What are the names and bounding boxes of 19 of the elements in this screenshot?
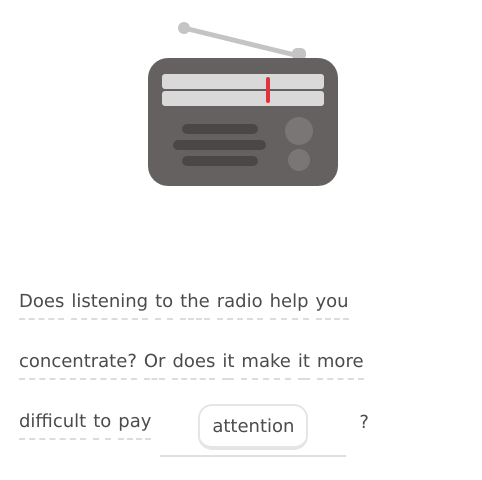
punctuation: ? (359, 412, 369, 434)
word-token[interactable]: make (241, 350, 291, 380)
word-token[interactable]: you (316, 290, 349, 320)
word-token[interactable]: difficult (19, 410, 86, 440)
word-token[interactable]: listening (71, 290, 148, 320)
word-token[interactable]: does (172, 350, 216, 380)
word-token[interactable]: it (222, 350, 234, 380)
word-token[interactable]: radio (216, 290, 263, 320)
word-token[interactable]: more (316, 350, 364, 380)
word-token[interactable]: Does (19, 290, 64, 320)
word-token[interactable]: the (180, 290, 210, 320)
word-token[interactable]: to (155, 290, 174, 320)
word-token[interactable]: pay (118, 410, 152, 440)
word-token[interactable]: concentrate? (19, 350, 137, 380)
word-token[interactable]: it (298, 350, 310, 380)
word-token[interactable]: to (93, 410, 112, 440)
word-token[interactable]: help (270, 290, 309, 320)
word-token[interactable]: Or (144, 350, 166, 380)
word-chip[interactable]: attention (198, 404, 308, 450)
